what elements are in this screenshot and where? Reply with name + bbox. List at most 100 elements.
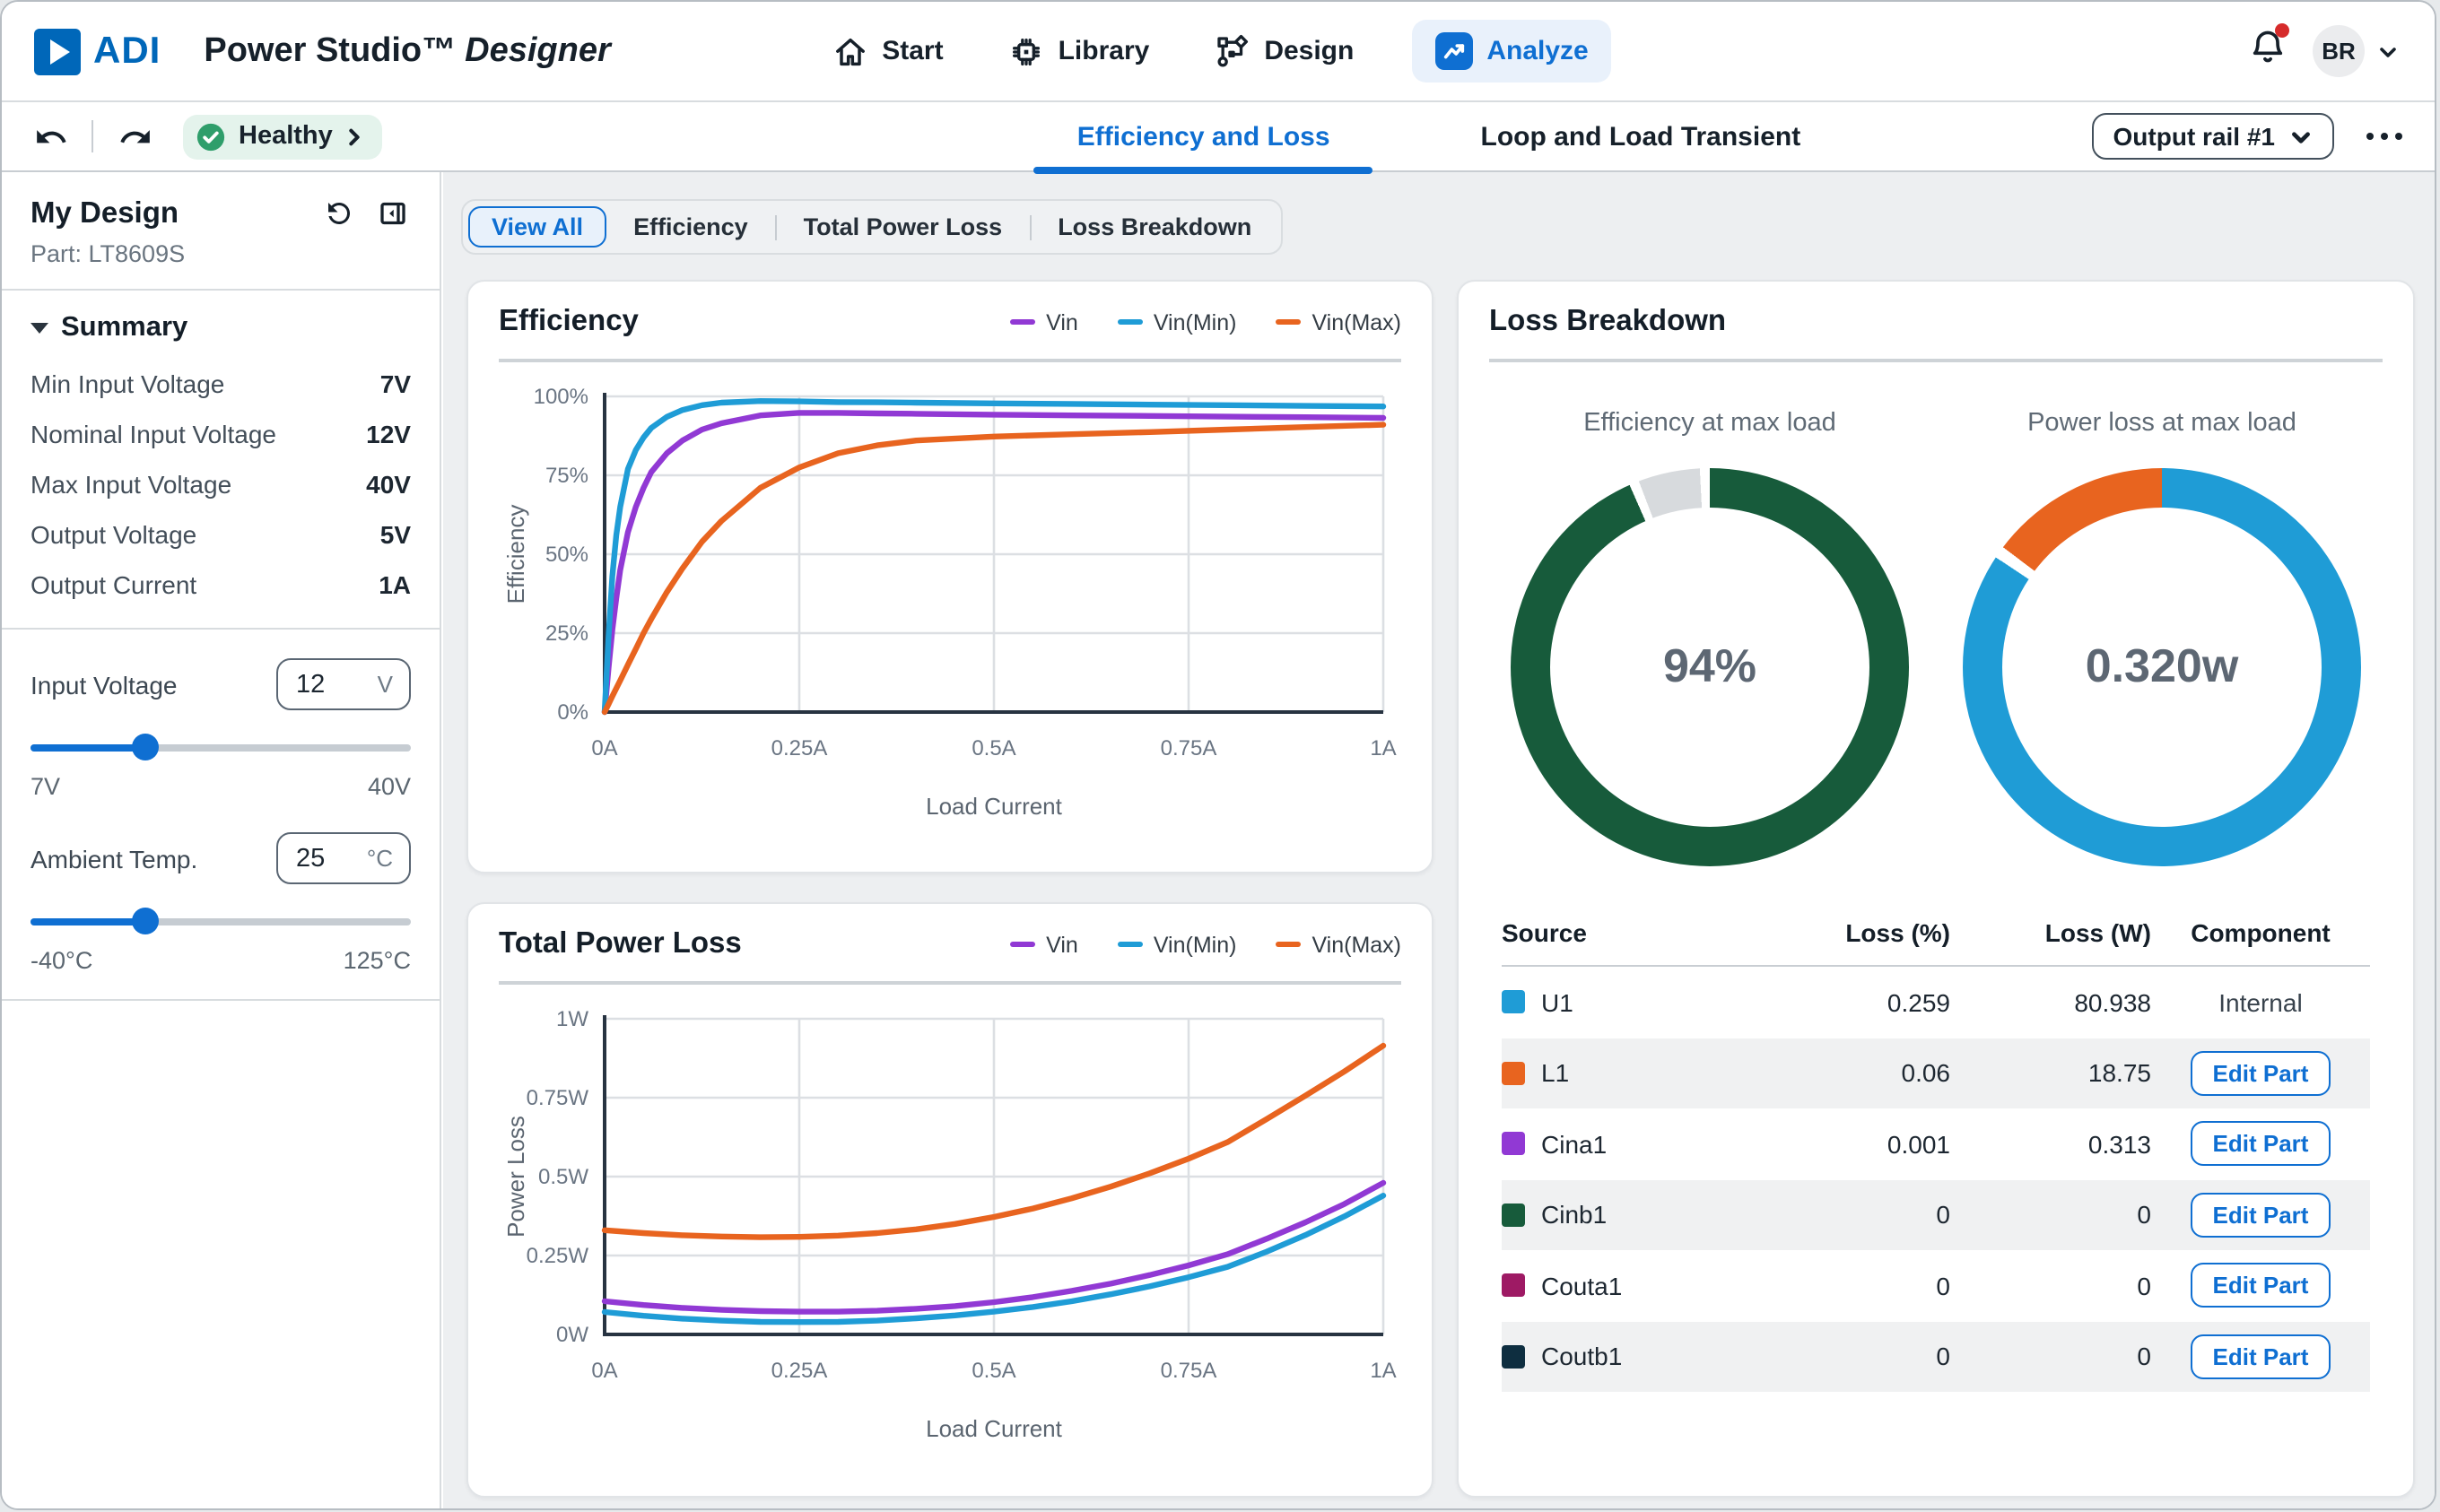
loss-w-cell: 80.938 — [1950, 988, 2151, 1017]
svg-text:1A: 1A — [1369, 1358, 1395, 1382]
app-window: ADI Power Studio™Designer Start Library — [0, 0, 2436, 1510]
legend-item-vinmin[interactable]: Vin(Min) — [1118, 932, 1237, 957]
table-row: Cina10.0010.313Edit Part — [1502, 1108, 2370, 1179]
loss-pct-cell: 0 — [1785, 1272, 1950, 1300]
summary-row: Output Current1A — [30, 560, 411, 610]
nav-design[interactable]: Design — [1207, 21, 1361, 82]
edit-part-button[interactable]: Edit Part — [2192, 1122, 2331, 1167]
legend-item-vinmin[interactable]: Vin(Min) — [1118, 309, 1237, 335]
app-title-main: Power Studio™ — [204, 31, 456, 69]
chevron-down-icon — [2377, 40, 2399, 62]
component-cell: Edit Part — [2151, 1193, 2370, 1238]
svg-text:Load Current: Load Current — [925, 1414, 1062, 1441]
legend-item-vin[interactable]: Vin — [1010, 932, 1078, 957]
svg-text:0.25A: 0.25A — [771, 1358, 827, 1382]
ambient-temp-slider[interactable] — [30, 908, 411, 934]
legend-label: Vin(Max) — [1312, 309, 1401, 335]
svg-text:Power Loss: Power Loss — [501, 1115, 528, 1237]
component-cell: Edit Part — [2151, 1122, 2370, 1167]
filter-loss-breakdown[interactable]: Loss Breakdown — [1034, 208, 1275, 246]
ambient-temp-field[interactable] — [296, 844, 357, 873]
redo-button[interactable] — [111, 113, 158, 160]
legend-item-vinmax[interactable]: Vin(Max) — [1276, 932, 1401, 957]
tab-loop-and-load-transient[interactable]: Loop and Load Transient — [1438, 102, 1844, 170]
loss-w-cell: 0 — [1950, 1201, 2151, 1230]
user-menu[interactable]: BR — [2313, 25, 2399, 77]
edit-part-button[interactable]: Edit Part — [2192, 1334, 2331, 1379]
caret-down-icon — [30, 323, 48, 334]
svg-text:0.75A: 0.75A — [1160, 735, 1216, 760]
control-input-voltage: Input VoltageV7V40V — [30, 658, 411, 800]
legend-swatch — [1118, 942, 1143, 948]
component-cell: Internal — [2151, 988, 2370, 1017]
slider-range-labels: 7V40V — [30, 773, 411, 800]
nav-start[interactable]: Start — [824, 21, 950, 82]
reset-design-button[interactable] — [321, 196, 357, 231]
sidebar-header: My Design Part: LT8609S — [2, 172, 440, 291]
summary-label: Nominal Input Voltage — [30, 420, 276, 448]
health-status-badge[interactable]: Healthy — [183, 114, 383, 159]
power-loss-legend: Vin Vin(Min) Vin(Max) — [1010, 932, 1401, 957]
total-power-loss-card: Total Power Loss VinVin(Min)Vin(Max) 0W0… — [466, 902, 1434, 1498]
efficiency-card: Efficiency VinVin(Min)Vin(Max) 0%25%50%7… — [466, 280, 1434, 873]
filter-separator — [1029, 214, 1031, 239]
filter-total-power-loss[interactable]: Total Power Loss — [780, 208, 1026, 246]
summary-row: Max Input Voltage40V — [30, 459, 411, 509]
component-text: Internal — [2218, 988, 2302, 1017]
component-cell: Edit Part — [2151, 1051, 2370, 1096]
legend-item-vin[interactable]: Vin — [1010, 309, 1078, 335]
redo-icon — [118, 119, 152, 153]
efficiency-donut: 94% — [1511, 467, 1909, 865]
source-name: L1 — [1541, 1059, 1569, 1088]
nav-library[interactable]: Library — [1001, 21, 1157, 82]
collapse-panel-button[interactable] — [375, 196, 411, 231]
output-rail-label: Output rail #1 — [2113, 122, 2275, 151]
summary-value: 1A — [379, 570, 411, 599]
svg-text:0.5A: 0.5A — [971, 735, 1015, 760]
input-voltage-slider[interactable] — [30, 734, 411, 760]
summary-value: 7V — [380, 369, 411, 398]
legend-item-vinmax[interactable]: Vin(Max) — [1276, 309, 1401, 335]
svg-text:100%: 100% — [533, 384, 588, 408]
edit-part-button[interactable]: Edit Part — [2192, 1264, 2331, 1308]
summary-label: Output Voltage — [30, 520, 196, 549]
filter-view-all[interactable]: View All — [468, 206, 606, 248]
input-voltage-field[interactable] — [296, 670, 357, 699]
notifications-button[interactable] — [2248, 27, 2288, 75]
filter-efficiency[interactable]: Efficiency — [610, 208, 771, 246]
toolbar: Healthy Efficiency and Loss Loop and Loa… — [2, 102, 2435, 172]
slider-max-label: 40V — [368, 773, 411, 800]
power-loss-donut-block: Power loss at max load 0.320w — [1954, 408, 2370, 865]
summary-row: Output Voltage5V — [30, 509, 411, 560]
operating-controls: Input VoltageV7V40V Ambient Temp.°C-40°C1… — [2, 630, 440, 1001]
toolbar-left: Healthy — [2, 113, 383, 160]
app-title-designer: Designer — [465, 31, 611, 69]
output-rail-selector[interactable]: Output rail #1 — [2092, 113, 2334, 160]
check-circle-icon — [196, 121, 226, 152]
table-body: U10.25980.938InternalL10.0618.75Edit Par… — [1502, 967, 2370, 1392]
slider-handle[interactable] — [131, 908, 158, 934]
tab-efficiency-and-loss[interactable]: Efficiency and Loss — [1034, 102, 1373, 170]
summary-toggle[interactable]: Summary — [30, 312, 411, 344]
summary-value: 40V — [366, 470, 411, 499]
power-loss-donut-title: Power loss at max load — [2027, 408, 2296, 437]
loss-pct-cell: 0 — [1785, 1201, 1950, 1230]
slider-handle[interactable] — [131, 734, 158, 760]
control-row: Ambient Temp.°C — [30, 832, 411, 884]
control-ambient-temp: Ambient Temp.°C-40°C125°C — [30, 832, 411, 974]
table-row: Cinb100Edit Part — [1502, 1179, 2370, 1250]
svg-text:1A: 1A — [1369, 735, 1395, 760]
nav-analyze[interactable]: Analyze — [1411, 20, 1611, 83]
header-actions: BR — [2248, 25, 2435, 77]
source-name: U1 — [1541, 988, 1573, 1017]
summary-row: Min Input Voltage7V — [30, 359, 411, 409]
edit-part-button[interactable]: Edit Part — [2192, 1051, 2331, 1096]
slider-fill — [30, 918, 144, 925]
part-number: Part: LT8609S — [30, 240, 411, 267]
efficiency-chart: 0%25%50%75%100%0A0.25A0.5A0.75A1ALoad Cu… — [496, 374, 1404, 822]
chevron-right-icon — [345, 126, 365, 146]
edit-part-button[interactable]: Edit Part — [2192, 1193, 2331, 1238]
design-sidebar: My Design Part: LT8609S Summary Min Inpu… — [2, 172, 441, 1508]
more-options-button[interactable] — [2363, 122, 2406, 151]
undo-button[interactable] — [27, 113, 74, 160]
